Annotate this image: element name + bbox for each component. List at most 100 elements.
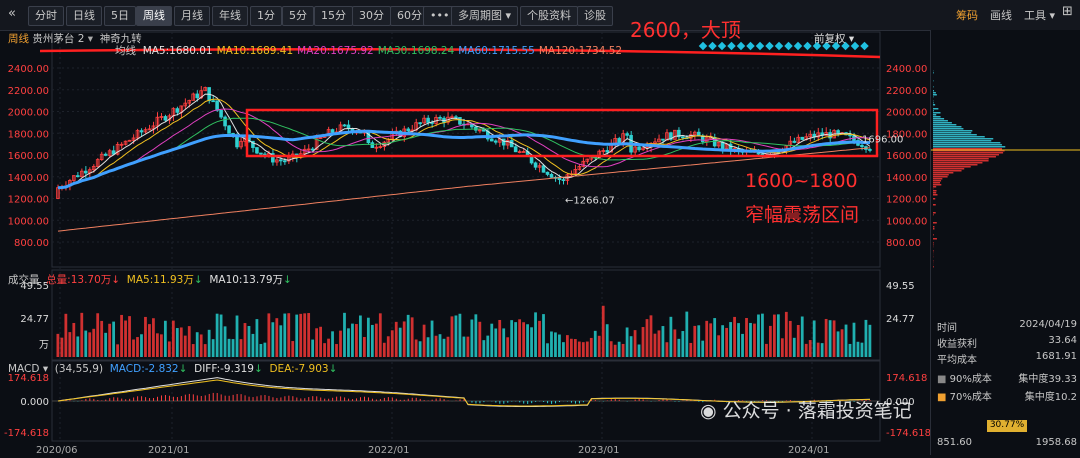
chip-bar [933, 124, 956, 126]
signal-diamond [727, 42, 735, 50]
volume-bar [96, 313, 99, 357]
volume-bar [256, 319, 259, 357]
candle-body [224, 117, 227, 126]
x-tick-label: 2024/01 [788, 445, 830, 455]
volume-bar [236, 316, 239, 357]
diagnose-button[interactable]: 诊股 [577, 6, 613, 26]
volume-bar [829, 320, 832, 357]
tools-tab[interactable]: 工具 ▾ [1024, 7, 1055, 23]
volume-bar [773, 315, 776, 357]
volume-bar [634, 330, 637, 357]
volume-bar [490, 324, 493, 357]
signal-diamond [756, 42, 764, 50]
candle-body [439, 117, 442, 118]
volume-bar [375, 324, 378, 357]
chip-bar [933, 228, 934, 230]
chip-bar [933, 104, 935, 106]
chip-bar [933, 168, 964, 170]
volume-bar [323, 343, 326, 357]
signal-diamond [699, 42, 707, 50]
chips-tab[interactable]: 筹码 [956, 7, 978, 23]
tab-6[interactable]: 1分 [250, 6, 282, 26]
y-tick-label: 1000.00 [8, 216, 49, 227]
candle-body [407, 129, 410, 131]
side-c90: ■ 90%成本集中度39.33 [937, 370, 1077, 385]
tab-0[interactable]: 分时 [28, 6, 64, 26]
chip-bar [933, 90, 934, 92]
volume-bar [498, 320, 501, 357]
volume-bar [443, 339, 446, 357]
volume-bar [327, 339, 330, 357]
fq-selector[interactable]: 前复权 ▾ [814, 31, 854, 46]
candle-body [482, 130, 485, 131]
volume-bar [431, 321, 434, 357]
chip-bar [933, 164, 977, 166]
stock-info-button[interactable]: 个股资料 [520, 6, 578, 26]
volume-bar [618, 342, 621, 357]
volume-bar [303, 313, 306, 357]
volume-bar [630, 336, 633, 357]
signal-diamond [737, 42, 745, 50]
candle-body [343, 125, 346, 126]
volume-bar [821, 343, 824, 357]
tab-5[interactable]: 年线 [212, 6, 248, 26]
draw-tab[interactable]: 画线 [990, 7, 1012, 23]
volume-bar [606, 324, 609, 357]
volume-bar [578, 342, 581, 357]
volume-bar [681, 331, 684, 357]
candle-body [837, 131, 840, 133]
chip-bar [933, 184, 941, 186]
tab-3[interactable]: 周线 [136, 6, 172, 26]
volume-bar [283, 314, 286, 357]
y-tick-label: 2400.00 [8, 64, 49, 75]
volume-bar [737, 323, 740, 357]
y-tick-label: 800.00 [14, 238, 49, 249]
volume-bar [701, 341, 704, 357]
volume-bar [470, 320, 473, 357]
grid-icon[interactable]: ⊞ [1062, 4, 1073, 19]
multi-period-button[interactable]: 多周期图 ▾ [451, 6, 518, 26]
volume-bar [717, 335, 720, 357]
tab-7[interactable]: 5分 [282, 6, 314, 26]
volume-bar [172, 321, 175, 357]
volume-bar [311, 340, 314, 357]
tab-2[interactable]: 5日 [104, 6, 136, 26]
candlestick-chart[interactable]: 2400.002400.002200.002200.002000.002000.… [0, 30, 930, 455]
chip-bar [933, 170, 962, 172]
tab-8[interactable]: 15分 [314, 6, 353, 26]
back-icon[interactable]: « [8, 6, 16, 21]
chip-bar [933, 234, 934, 236]
volume-bar [140, 334, 143, 357]
volume-bar [558, 335, 561, 357]
volume-bar [188, 326, 191, 357]
volume-bar [168, 341, 171, 357]
volume-bar [451, 316, 454, 357]
y-tick-right: 2000.00 [886, 108, 927, 119]
volume-bar [602, 306, 605, 357]
tab-4[interactable]: 月线 [174, 6, 210, 26]
tab-1[interactable]: 日线 [66, 6, 102, 26]
volume-bar [439, 334, 442, 357]
chip-bar [933, 250, 934, 252]
volume-bar [781, 338, 784, 357]
volume-bar [240, 339, 243, 357]
volume-bar [335, 344, 338, 357]
volume-bar [411, 317, 414, 357]
macd-tick: -174.618 [4, 428, 49, 439]
chip-bar [933, 154, 999, 156]
y-tick-label: 2000.00 [8, 108, 49, 119]
chip-bar [933, 144, 1002, 146]
volume-bar [184, 336, 187, 357]
tab-9[interactable]: 30分 [352, 6, 391, 26]
volume-bar [363, 337, 366, 357]
chip-bar [933, 182, 940, 184]
volume-bar [176, 328, 179, 357]
volume-bar [562, 342, 565, 357]
volume-bar [546, 343, 549, 357]
candle-body [228, 126, 231, 133]
wechat-icon: ◉ [700, 400, 717, 422]
chip-bar [933, 140, 991, 142]
volume-bar [160, 334, 163, 357]
volume-bar [566, 335, 569, 357]
volume-bar [765, 344, 768, 357]
